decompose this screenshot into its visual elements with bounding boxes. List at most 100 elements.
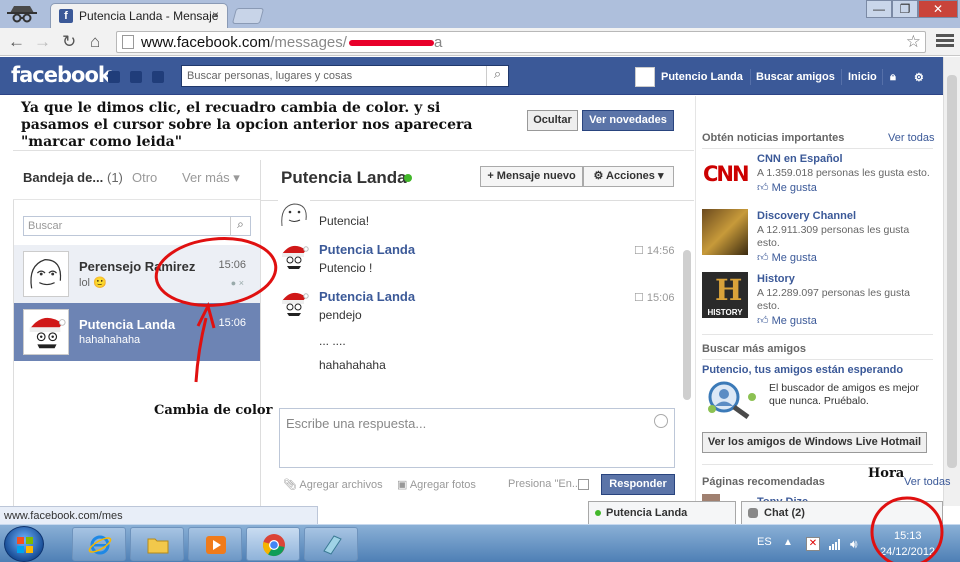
divider xyxy=(260,160,261,506)
profile-link[interactable]: Putencio Landa xyxy=(661,71,743,83)
page-desc: A 12.289.097 personas les gusta esto. xyxy=(757,287,910,312)
new-tab-button[interactable] xyxy=(231,8,265,24)
press-enter-checkbox[interactable] xyxy=(578,479,589,490)
thread-time: 15:06 xyxy=(218,317,246,329)
find-friends-link[interactable]: Buscar amigos xyxy=(756,71,835,83)
attach-files-link[interactable]: 📎︎ Agregar archivos xyxy=(283,478,383,491)
message-sender[interactable]: Putencia Landa xyxy=(319,242,415,257)
back-icon[interactable]: ← xyxy=(8,32,25,52)
inbox-tab[interactable]: Bandeja de... xyxy=(23,170,103,185)
scroll-thumb[interactable] xyxy=(947,75,957,468)
close-window-button[interactable]: ✕ xyxy=(918,0,958,18)
message-time: ☐ 15:06 xyxy=(634,292,675,304)
annotation-cambia: Cambia de color xyxy=(154,403,273,418)
volume-icon[interactable]: 🔊︎ xyxy=(850,537,864,551)
notes-icon xyxy=(323,535,342,555)
browser-tab[interactable]: f Putencia Landa - Mensaje × xyxy=(50,3,228,28)
reload-icon[interactable]: ↻ xyxy=(62,32,76,52)
network-icon[interactable] xyxy=(828,537,842,551)
history-logo[interactable]: H HISTORY xyxy=(702,272,748,318)
friend-finder-icon xyxy=(708,381,756,419)
search-icon[interactable]: ⌕ xyxy=(230,217,250,235)
bookmark-star-icon[interactable]: ☆ xyxy=(906,32,921,52)
browser-menu-icon[interactable] xyxy=(936,32,954,50)
other-tab[interactable]: Otro xyxy=(132,170,157,185)
internet-explorer-button[interactable] xyxy=(72,527,126,561)
explorer-button[interactable] xyxy=(130,527,184,561)
emoticon-icon[interactable] xyxy=(654,414,668,428)
facebook-favicon-icon: f xyxy=(59,9,73,23)
search-icon[interactable]: ⌕ xyxy=(486,66,508,86)
message-text: pendejo xyxy=(319,308,362,322)
message-text: hahahahaha xyxy=(319,358,386,372)
divider xyxy=(261,200,694,201)
tab-close-icon[interactable]: × xyxy=(212,8,219,22)
see-news-button[interactable]: Ver novedades xyxy=(582,110,674,131)
like-link[interactable]: 👍︎ Me gusta xyxy=(757,314,817,327)
language-indicator[interactable]: ES xyxy=(757,536,772,548)
page-scrollbar[interactable] xyxy=(943,57,960,506)
new-message-button[interactable]: + Mensaje nuevo xyxy=(480,166,583,187)
thread-name: Perensejo Ramirez xyxy=(79,259,196,274)
like-link[interactable]: 👍︎ Me gusta xyxy=(757,181,817,194)
privacy-lock-icon[interactable]: 🔒︎ xyxy=(890,71,896,84)
browser-tab-bar: f Putencia Landa - Mensaje × — ❐ ✕ xyxy=(0,0,960,28)
home-link[interactable]: Inicio xyxy=(848,71,877,83)
chat-tab-putencia[interactable]: Putencia Landa xyxy=(588,501,736,524)
forward-icon[interactable]: → xyxy=(34,32,51,52)
flag-notification-icon[interactable]: ✕ xyxy=(806,537,820,551)
chrome-icon xyxy=(262,534,285,557)
recommended-see-all-link[interactable]: Ver todas xyxy=(904,476,950,488)
start-button[interactable] xyxy=(4,526,44,562)
friend-requests-icon[interactable] xyxy=(108,71,120,83)
minimize-button[interactable]: — xyxy=(866,0,892,18)
divider xyxy=(750,69,751,85)
like-link[interactable]: 👍︎ Me gusta xyxy=(757,251,817,264)
facebook-logo[interactable]: facebook xyxy=(11,63,112,87)
hide-button[interactable]: Ocultar xyxy=(527,110,578,131)
see-all-link[interactable]: Ver todas xyxy=(888,132,934,144)
chat-sidebar-toggle[interactable]: Chat (2) xyxy=(741,501,943,524)
maximize-button[interactable]: ❐ xyxy=(892,0,918,18)
thread-putencia[interactable]: Putencia Landa hahahahaha 15:06 xyxy=(14,303,260,361)
app-button[interactable] xyxy=(304,527,358,561)
status-bar-url: www.facebook.com/mes xyxy=(0,506,318,524)
discovery-thumbnail[interactable] xyxy=(702,209,748,255)
home-icon[interactable]: ⌂ xyxy=(90,32,100,52)
page-name[interactable]: History xyxy=(757,273,795,285)
address-bar[interactable]: www.facebook.com/messages/a ☆ xyxy=(116,31,926,53)
page-icon xyxy=(122,35,134,49)
friends-waiting-link[interactable]: Putencio, tus amigos están esperando xyxy=(702,364,903,376)
media-player-icon xyxy=(206,536,226,554)
reply-textarea[interactable]: Escribe una respuesta... xyxy=(279,408,675,468)
see-more-dropdown[interactable]: Ver más ▾ xyxy=(182,170,240,186)
inbox-search-input[interactable]: Buscar ⌕ xyxy=(23,216,251,236)
conversation-scrollbar[interactable] xyxy=(683,250,691,400)
mark-read-icon[interactable]: ● × xyxy=(231,278,244,288)
page-name[interactable]: Discovery Channel xyxy=(757,210,856,222)
online-status-icon xyxy=(404,174,412,182)
thread-perensejo[interactable]: Perensejo Ramirez lol 🙂 15:06 ● × xyxy=(14,245,260,303)
actions-dropdown[interactable]: ⚙ Acciones ▾ xyxy=(583,166,674,187)
page-name[interactable]: CNN en Español xyxy=(757,153,843,165)
message-sender[interactable]: Putencia Landa xyxy=(319,289,415,304)
incognito-icon xyxy=(7,6,37,23)
reply-button[interactable]: Responder xyxy=(601,474,675,495)
hotmail-friends-button[interactable]: Ver los amigos de Windows Live Hotmail xyxy=(702,432,927,453)
facebook-search-input[interactable]: Buscar personas, lugares y cosas ⌕ xyxy=(181,65,509,87)
chrome-button[interactable] xyxy=(246,527,300,561)
attach-photos-link[interactable]: ▣ Agregar fotos xyxy=(397,478,476,491)
clock-date[interactable]: 24/12/2012 xyxy=(880,546,935,558)
inbox-count: (1) xyxy=(107,170,123,185)
media-player-button[interactable] xyxy=(188,527,242,561)
notifications-icon[interactable] xyxy=(152,71,164,83)
tray-expand-icon[interactable]: ▲ xyxy=(783,537,797,551)
cnn-logo[interactable]: CNN xyxy=(702,152,750,198)
divider xyxy=(702,334,933,335)
user-avatar[interactable] xyxy=(635,67,655,87)
conversation-title: Putencia Landa xyxy=(281,168,407,187)
settings-gear-icon[interactable]: ⚙ xyxy=(914,71,924,84)
messages-icon[interactable] xyxy=(130,71,142,83)
clock-time[interactable]: 15:13 xyxy=(894,530,922,542)
message-avatar-santa xyxy=(278,240,310,272)
